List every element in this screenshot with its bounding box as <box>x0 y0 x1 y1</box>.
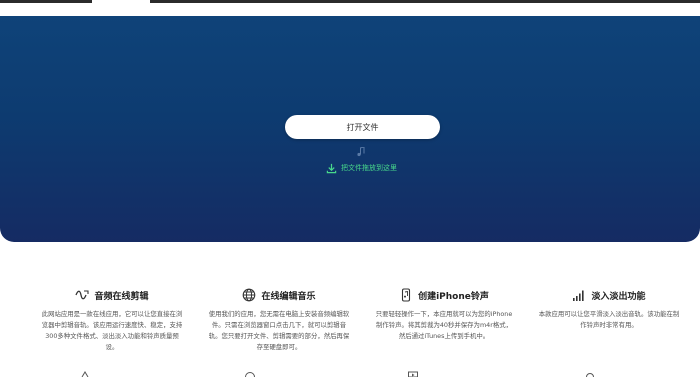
top-nav-bar <box>0 0 700 3</box>
drop-hint-text: 把文件拖放到这里 <box>341 164 397 172</box>
feature-title: 在线编辑音乐 <box>261 291 316 302</box>
audio-wave-icon <box>75 290 90 300</box>
feature-description: 使用我们的应用，您无需在电脑上安装音频编辑软件。只需在浏览器窗口点击几下，就可以… <box>208 310 350 351</box>
feature-title: 创建iPhone铃声 <box>418 291 489 302</box>
partial-icon <box>245 372 255 377</box>
feature-description: 此网站应用是一款在线应用，它可以让您直接在浏览器中剪辑音轨。该应用运行速度快、稳… <box>41 310 183 351</box>
upload-panel: 打开文件 把文件拖放到这里 <box>0 16 700 242</box>
feature-audio-cutter: 音频在线剪辑 此网站应用是一款在线应用，它可以让您直接在浏览器中剪辑音轨。该应用… <box>41 286 183 353</box>
active-tab-indicator <box>92 0 150 3</box>
globe-icon <box>243 288 256 302</box>
partial-icon <box>586 373 594 377</box>
partial-icon <box>81 371 89 377</box>
feature-title: 淡入淡出功能 <box>591 291 646 302</box>
download-icon <box>326 163 337 173</box>
open-file-button[interactable]: 打开文件 <box>285 115 440 139</box>
feature-online-editing: 在线编辑音乐 使用我们的应用，您无需在电脑上安装音频编辑软件。只需在浏览器窗口点… <box>208 286 350 353</box>
feature-title: 音频在线剪辑 <box>94 291 149 302</box>
feature-fade-in-out: 淡入淡出功能 本款应用可以让您平滑淡入淡出音轨。该功能在制作铃声时非常有用。 <box>538 286 680 331</box>
signal-bars-icon <box>573 290 585 301</box>
drop-zone-link[interactable]: 把文件拖放到这里 <box>326 162 397 174</box>
feature-description: 本款应用可以让您平滑淡入淡出音轨。该功能在制作铃声时非常有用。 <box>538 310 680 329</box>
phone-ringtone-icon <box>402 288 411 302</box>
feature-description: 只要轻轻操作一下，本应用就可以为您的iPhone制作铃声。将其剪裁为40秒并保存… <box>375 310 513 340</box>
partial-icon <box>408 371 418 377</box>
feature-iphone-ringtone: 创建iPhone铃声 只要轻轻操作一下，本应用就可以为您的iPhone制作铃声。… <box>373 286 515 342</box>
music-note-icon <box>357 147 365 157</box>
